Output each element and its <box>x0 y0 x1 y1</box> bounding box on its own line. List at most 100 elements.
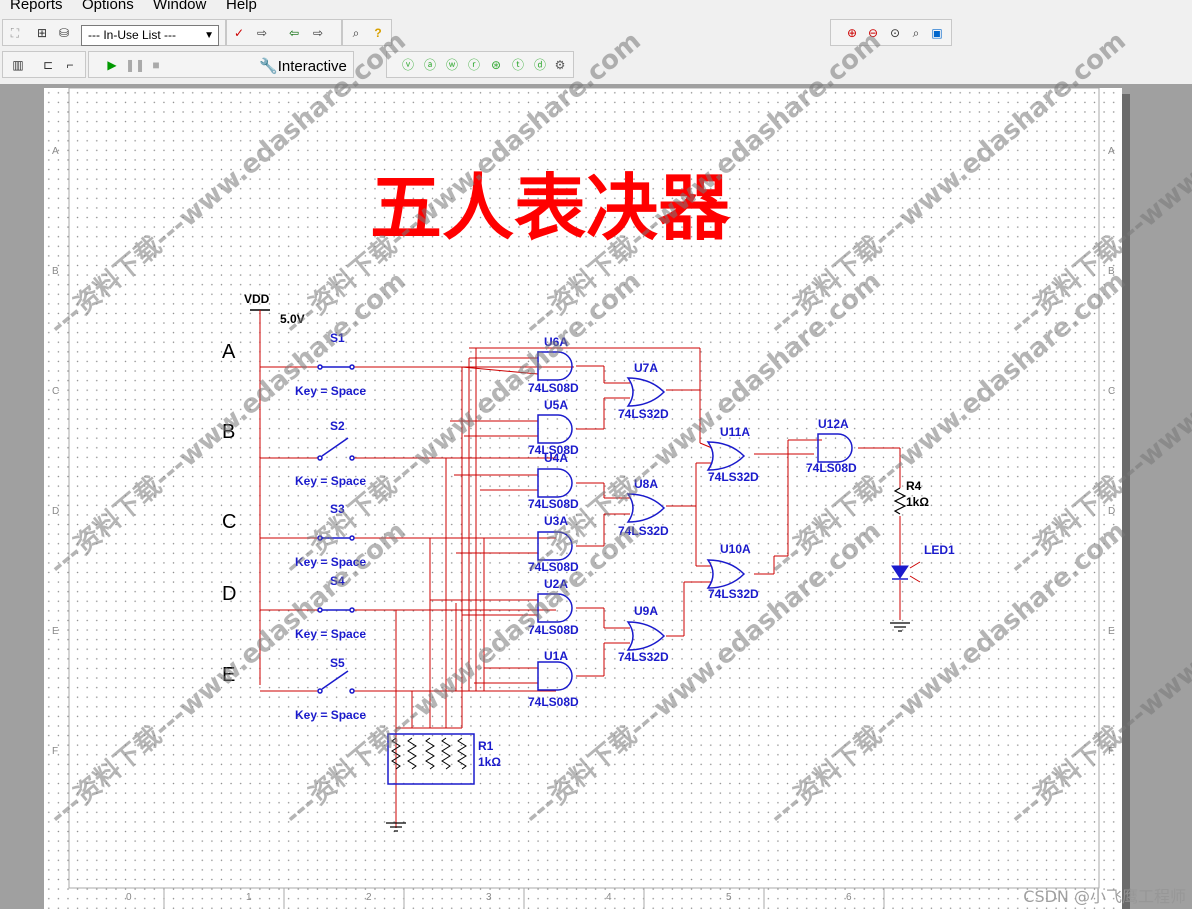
or-u11a-ref: U11A <box>720 425 750 439</box>
and-u6a-ref: U6A <box>544 335 568 349</box>
switch-s3-ref: S3 <box>330 502 345 516</box>
frame-row-label: B <box>52 266 59 277</box>
zoom-fit-icon[interactable]: ⌕ <box>907 24 925 42</box>
sheet-shadow <box>1122 94 1130 909</box>
and-u2a-part: 74LS08D <box>528 623 579 637</box>
probe-link-icon[interactable]: ⊛ <box>487 56 505 74</box>
menu-help[interactable]: Help <box>226 0 257 12</box>
schematic-title: 五人表决器 <box>370 169 731 249</box>
ammeter-icon[interactable]: ⓐ <box>421 56 439 74</box>
spreadsheet-icon[interactable]: ⊞ <box>33 24 51 42</box>
r4-value: 1kΩ <box>906 495 929 509</box>
or-u10a-ref: U10A <box>720 542 751 556</box>
toolbar-group-help: ⌕ ? <box>342 19 392 46</box>
stop-icon[interactable]: ■ <box>147 56 165 74</box>
input-label-b: B <box>222 421 235 443</box>
settings-icon[interactable]: ⚙ <box>551 56 569 74</box>
toolbar-group-view: ⛶ ⊞ ⛁ --- In-Use List --- ▼ <box>2 19 226 46</box>
frame-row-label: A <box>52 146 59 157</box>
menu-reports[interactable]: Reports <box>10 0 63 12</box>
led-symbol <box>891 565 909 579</box>
resistor-r4 <box>893 487 907 515</box>
and-gate-u2a <box>537 593 573 623</box>
interactive-label: Interactive <box>277 58 347 75</box>
or-gate-u9a <box>626 621 666 651</box>
toolbar-group-simulate: ▶ ❚❚ ■ 🔧Interactive <box>88 51 354 78</box>
transfer-icon[interactable]: ⇨ <box>253 24 271 42</box>
led-ref: LED1 <box>924 543 955 557</box>
frame-col-label: 3 <box>486 892 492 903</box>
and-u2a-ref: U2A <box>544 577 568 591</box>
probe-icon[interactable]: ⌐ <box>61 56 79 74</box>
or-gate-u10a <box>706 559 746 589</box>
hierarchy-icon[interactable]: ⛶ <box>6 24 24 42</box>
and-u3a-part: 74LS08D <box>528 560 579 574</box>
probe-r-icon[interactable]: ⓡ <box>465 56 483 74</box>
switch-s1-key: Key = Space <box>295 384 366 398</box>
database-icon[interactable]: ⛁ <box>55 24 73 42</box>
and-gate-u6a <box>537 351 573 381</box>
and-gate-u3a <box>537 531 573 561</box>
menu-options[interactable]: Options <box>82 0 134 12</box>
help-icon[interactable]: ? <box>369 24 387 42</box>
or-u8a-ref: U8A <box>634 477 658 491</box>
input-label-d: D <box>222 583 236 605</box>
search-icon[interactable]: ⌕ <box>347 24 365 42</box>
interactive-mode[interactable]: 🔧Interactive <box>259 57 347 75</box>
and-gate-u4a <box>537 468 573 498</box>
frame-col-label: 2 <box>366 892 372 903</box>
frame-col-label: 0 <box>126 892 132 903</box>
wattmeter-icon[interactable]: ⓦ <box>443 56 461 74</box>
voltmeter-icon[interactable]: ⓥ <box>399 56 417 74</box>
toolbar-row-1: ⛶ ⊞ ⛁ --- In-Use List --- ▼ ✓ ⇨ ⇦ ⇨ ⌕ ? … <box>0 18 1192 49</box>
in-use-list-dropdown[interactable]: --- In-Use List --- ▼ <box>81 25 219 46</box>
or-u9a-part: 74LS32D <box>618 650 669 664</box>
forward-annotate-icon[interactable]: ⇨ <box>309 24 327 42</box>
schematic-canvas[interactable]: 0123456 AABBCCDDEEFF 五人表决器 VDD 5.0V A B … <box>0 26 1192 909</box>
toolbar-group-zoom: ⊕ ⊖ ⊙ ⌕ ▣ <box>830 19 952 46</box>
schematic-drawing: 0123456 A AB BC CD DE EF F 五人表决器 VDD 5.0V A B … <box>52 88 1115 909</box>
frame-col-label: 1 <box>246 892 252 903</box>
menu-window[interactable]: Window <box>153 0 206 12</box>
zoom-out-icon[interactable]: ⊖ <box>864 24 882 42</box>
and-u1a-ref: U1A <box>544 649 568 663</box>
or-u7a-ref: U7A <box>634 361 658 375</box>
switch-s2-key: Key = Space <box>295 474 366 488</box>
full-screen-icon[interactable]: ▣ <box>928 24 946 42</box>
frame-row-label: E <box>52 626 59 637</box>
or-u9a-ref: U9A <box>634 604 658 618</box>
and-u6a-part: 74LS08D <box>528 381 579 395</box>
r1-value: 1kΩ <box>478 755 501 769</box>
and-u4a-part: 74LS08D <box>528 497 579 511</box>
switch-s4-key: Key = Space <box>295 627 366 641</box>
toolbar-group-components: ▥ ⊏ ⌐ <box>2 51 86 78</box>
r4-ref: R4 <box>906 479 922 493</box>
csdn-watermark: CSDN @小飞鹰工程师 <box>1023 887 1186 906</box>
toolbar-group-analysis: ⓥ ⓐ ⓦ ⓡ ⊛ ⓣ ⓓ ⚙ <box>386 51 574 78</box>
pause-icon[interactable]: ❚❚ <box>125 56 145 74</box>
frame-row-label: C <box>52 386 59 397</box>
frame-col-label: 6 <box>846 892 852 903</box>
and-u12a-part: 74LS08D <box>806 461 857 475</box>
and-u5a-ref: U5A <box>544 398 568 412</box>
frame-row-label: E <box>1108 626 1115 637</box>
ic-icon[interactable]: ▥ <box>9 56 27 74</box>
probe-tilde-icon[interactable]: ⓣ <box>509 56 527 74</box>
erc-icon[interactable]: ✓ <box>230 24 248 42</box>
schematic-sheet[interactable]: 0123456 AABBCCDDEEFF 五人表决器 VDD 5.0V A B … <box>44 88 1122 909</box>
switch-s4-ref: S4 <box>330 574 345 588</box>
zoom-area-icon[interactable]: ⊙ <box>886 24 904 42</box>
or-u7a-part: 74LS32D <box>618 407 669 421</box>
run-icon[interactable]: ▶ <box>103 56 121 74</box>
switch-s5-key: Key = Space <box>295 708 366 722</box>
frame-row-label: F <box>1108 746 1114 757</box>
back-annotate-icon[interactable]: ⇦ <box>285 24 303 42</box>
probe-d-icon[interactable]: ⓓ <box>531 56 549 74</box>
toolbar-row-2: ▥ ⊏ ⌐ ▶ ❚❚ ■ 🔧Interactive ⓥ ⓐ ⓦ ⓡ ⊛ ⓣ ⓓ … <box>0 50 1192 82</box>
zoom-in-icon[interactable]: ⊕ <box>843 24 861 42</box>
or-gate-u8a <box>626 493 666 523</box>
bus-icon[interactable]: ⊏ <box>39 56 57 74</box>
or-gate-u11a <box>706 441 746 471</box>
vdd-label: VDD <box>244 292 270 306</box>
r1-ref: R1 <box>478 739 494 753</box>
